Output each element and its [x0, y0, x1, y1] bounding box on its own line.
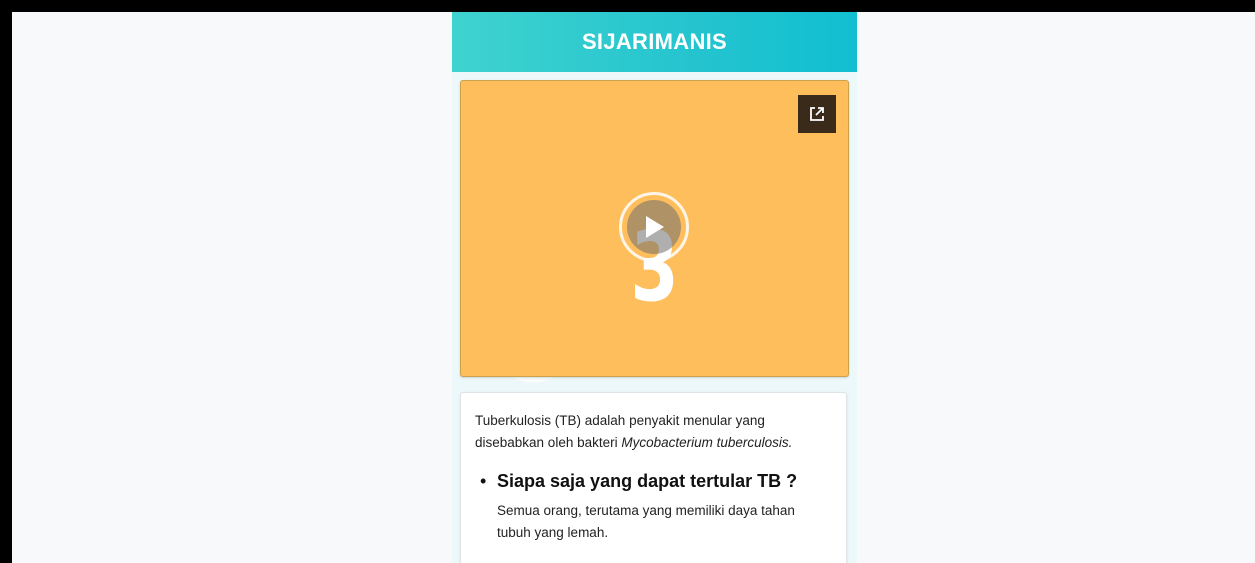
faq-list: Siapa saja yang dapat tertular TB ? Semu… — [475, 468, 832, 544]
open-external-button[interactable] — [798, 95, 836, 133]
app-header: SIJARIMANIS — [452, 12, 857, 72]
video-player[interactable]: 3 — [460, 80, 849, 377]
info-card: Tuberkulosis (TB) adalah penyakit menula… — [460, 392, 847, 563]
play-button[interactable] — [619, 192, 689, 262]
play-icon — [646, 216, 664, 238]
app-title: SIJARIMANIS — [581, 29, 728, 54]
faq-item: Siapa saja yang dapat tertular TB ? Semu… — [475, 468, 832, 544]
external-link-icon — [810, 107, 824, 121]
bacteria-name: Mycobacterium tuberculosis. — [621, 435, 793, 450]
play-button-inner — [627, 200, 681, 254]
faq-answer: Semua orang, terutama yang memiliki daya… — [497, 503, 795, 540]
mobile-app-frame: SIJARIMANIS 3 Tuberkulosis (TB) adalah p… — [452, 12, 857, 563]
browser-viewport: SIJARIMANIS 3 Tuberkulosis (TB) adalah p… — [12, 12, 1255, 563]
faq-question: Siapa saja yang dapat tertular TB ? — [497, 471, 798, 491]
intro-paragraph: Tuberkulosis (TB) adalah penyakit menula… — [475, 410, 825, 454]
